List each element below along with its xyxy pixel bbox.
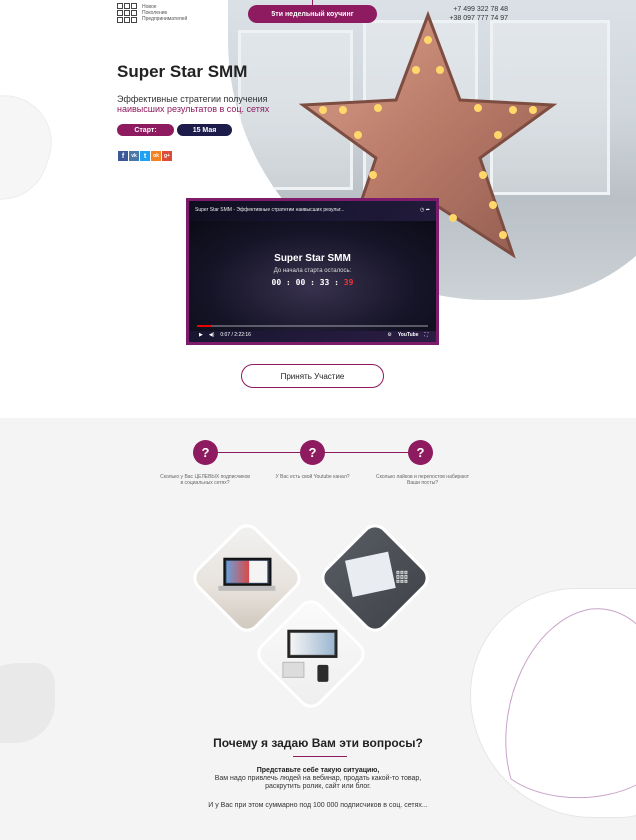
join-button[interactable]: Принять Участие: [241, 364, 384, 388]
why-paragraph-line: раскрутить ролик, сайт или блог.: [265, 783, 371, 790]
play-icon[interactable]: ▶: [199, 332, 203, 338]
hero-subtitle: Эффективные стратегии получения наивысши…: [117, 94, 269, 114]
video-progress-fill: [197, 325, 211, 327]
page-title: Super Star SMM: [117, 62, 248, 81]
timer-seconds: 39: [343, 278, 354, 287]
question-text: Сколько лайков и перепостов набирают Ваш…: [376, 474, 469, 486]
question-icon: ?: [300, 440, 325, 465]
section-title: Почему я задаю Вам эти вопросы?: [213, 736, 423, 750]
video-header: Super Star SMM - Эффективные стратегии н…: [195, 207, 430, 213]
question-icon: ?: [408, 440, 433, 465]
coaching-badge[interactable]: 5ти недельный коучинг: [248, 5, 377, 23]
countdown-timer: 00 : 00 : 33 : 39: [189, 278, 436, 287]
video-heading[interactable]: Super Star SMM - Эффективные стратегии н…: [195, 207, 344, 213]
odnoklassniki-icon[interactable]: ok: [151, 151, 161, 161]
start-date: 15 Мая: [177, 124, 232, 136]
title-underline: [293, 756, 347, 757]
why-paragraph-line: Вам надо привлечь людей на вебинар, прод…: [214, 775, 422, 782]
why-paragraph: Представьте себе такую ситуацию, Вам над…: [0, 767, 636, 791]
phone-numbers: +7 499 322 78 48 +38 097 777 74 97: [442, 5, 508, 23]
google-plus-icon[interactable]: g+: [162, 151, 172, 161]
phone-number[interactable]: +7 499 322 78 48: [442, 5, 508, 14]
hero-subtitle-highlight: наивысших результатов в соц. сетях: [117, 104, 270, 114]
logo[interactable]: Новое Поколение Предпринимателей: [117, 3, 187, 23]
hero-section: Новое Поколение Предпринимателей 5ти нед…: [0, 0, 636, 418]
video-controls-right: ⚙ YouTube ⛶: [387, 332, 428, 338]
fullscreen-icon[interactable]: ⛶: [424, 332, 428, 338]
video-subtitle: До начала старта осталось:: [273, 268, 352, 274]
background-shape: [0, 663, 55, 743]
share-icon[interactable]: ➦: [426, 207, 430, 213]
video-title: Super Star SMM: [274, 253, 351, 264]
video-top-icons: ◷ ➦: [420, 207, 430, 213]
question-icon: ?: [193, 440, 218, 465]
question-text: Сколько у Вас ЦЕЛЕВЫХ подписчиков в соци…: [160, 474, 250, 486]
question-text: У Вас есть свой Youtube канал?: [275, 474, 350, 480]
video-time: 0:07 / 2:22:16: [220, 332, 251, 338]
logo-text: Новое Поколение Предпринимателей: [142, 4, 187, 22]
volume-icon[interactable]: ◀): [209, 332, 215, 338]
video-controls: ▶ ◀) 0:07 / 2:22:16 ⚙ YouTube ⛶: [199, 332, 428, 338]
logo-icon: [117, 3, 137, 23]
phone-number[interactable]: +38 097 777 74 97: [442, 14, 508, 23]
questions-section: ? ? ? Сколько у Вас ЦЕЛЕВЫХ подписчиков …: [0, 418, 636, 840]
youtube-logo[interactable]: YouTube: [398, 332, 419, 338]
twitter-icon[interactable]: t: [140, 151, 150, 161]
why-paragraph-lead: Представьте себе такую ситуацию,: [256, 767, 380, 774]
video-player[interactable]: Super Star SMM - Эффективные стратегии н…: [186, 198, 439, 345]
why-paragraph-2: И у Вас при этом суммарно под 100 000 по…: [208, 802, 428, 809]
timer-digits: 00 : 00 : 33 :: [271, 278, 344, 287]
facebook-icon[interactable]: f: [118, 151, 128, 161]
hero-subtitle-line: Эффективные стратегии получения: [117, 94, 268, 104]
video-thumbnail: [189, 221, 436, 331]
clock-icon[interactable]: ◷: [420, 207, 424, 213]
vk-icon[interactable]: vk: [129, 151, 139, 161]
background-shape: [0, 81, 66, 214]
video-progress-bar[interactable]: [197, 325, 428, 327]
settings-icon[interactable]: ⚙: [387, 332, 391, 338]
logo-text-line: Предпринимателей: [142, 16, 188, 22]
social-share: f vk t ok g+: [118, 151, 172, 161]
start-label: Старт:: [117, 124, 174, 136]
